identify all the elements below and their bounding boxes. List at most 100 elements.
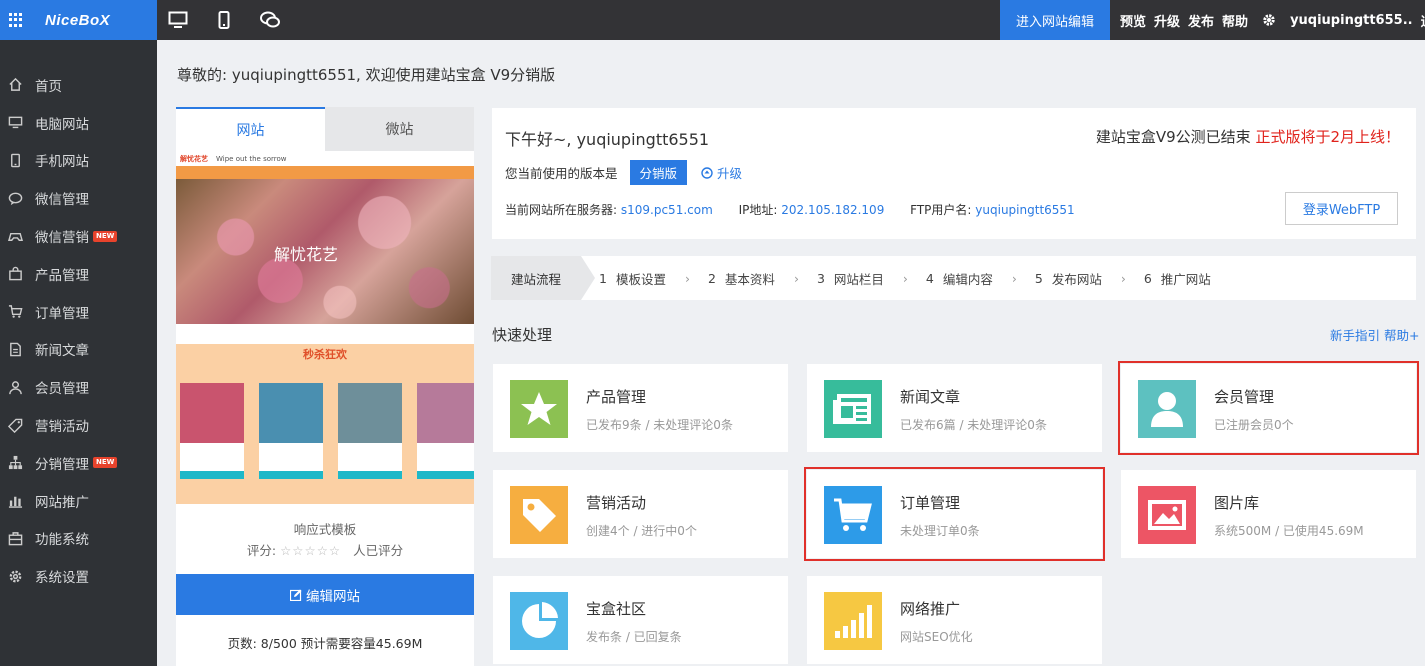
toolbox-icon xyxy=(8,532,23,546)
card-promotion[interactable]: 网络推广 网站SEO优化 xyxy=(807,576,1102,664)
account-info-panel: 下午好~, yuqiupingtt6551 建站宝盒V9公测已结束 正式版将于2… xyxy=(492,108,1416,239)
card-community[interactable]: 宝盒社区 发布条 / 已回复条 xyxy=(493,576,788,664)
sidebar-item-settings[interactable]: 系统设置 xyxy=(0,557,157,595)
new-badge: NEW xyxy=(93,457,118,469)
logout-link[interactable]: 退出 xyxy=(1421,11,1425,30)
tag-icon xyxy=(510,486,568,544)
template-thumbnail[interactable]: 解忧花艺 Wipe out the sorrow 解忧花艺 秒杀狂欢 xyxy=(176,151,474,504)
card-members[interactable]: 会员管理 已注册会员0个 xyxy=(1118,361,1419,455)
thumb-product xyxy=(417,383,474,479)
help-link[interactable]: 帮助 xyxy=(1222,11,1248,30)
bag-icon xyxy=(9,267,22,281)
tab-microsite[interactable]: 微站 xyxy=(325,107,474,151)
upgrade-link[interactable]: 升级 xyxy=(701,163,742,182)
mobile-icon xyxy=(11,153,20,168)
device-switcher xyxy=(168,0,280,40)
desktop-icon[interactable] xyxy=(168,11,188,29)
gamepad-icon xyxy=(8,232,23,241)
version-badge: 分销版 xyxy=(629,160,688,185)
user-icon xyxy=(9,380,22,394)
mobile-icon[interactable] xyxy=(218,11,230,29)
help-links[interactable]: 新手指引 帮助+ xyxy=(1330,325,1419,344)
document-icon xyxy=(10,342,21,357)
sidebar-item-news[interactable]: 新闻文章 xyxy=(0,331,157,369)
sitemap-icon xyxy=(8,456,23,470)
step-template[interactable]: 1 模板设置 › xyxy=(599,269,690,288)
step-basic-info[interactable]: 2 基本资料 › xyxy=(708,269,799,288)
sidebar-item-functions[interactable]: 功能系统 xyxy=(0,520,157,558)
publish-link[interactable]: 发布 xyxy=(1188,11,1214,30)
release-notice: 建站宝盒V9公测已结束 正式版将于2月上线！ xyxy=(1095,128,1400,146)
card-products[interactable]: 产品管理 已发布9条 / 未处理评论0条 xyxy=(493,364,788,452)
brand-area: NiceBoX xyxy=(0,0,157,40)
sidebar-item-home[interactable]: 首页 xyxy=(0,66,157,104)
rating-stars[interactable]: ☆☆☆☆☆ xyxy=(280,543,341,558)
site-preview-panel: 网站 微站 解忧花艺 Wipe out the sorrow 解忧花艺 秒杀狂欢… xyxy=(176,107,474,666)
edit-icon xyxy=(290,589,302,601)
bar-chart-icon xyxy=(8,496,23,508)
sidebar: 首页 电脑网站 手机网站 微信管理 微信营销 NEW 产品管理 订单管理 新闻文… xyxy=(0,40,157,666)
tab-website[interactable]: 网站 xyxy=(176,107,325,151)
top-actions: 预览 升级 发布 帮助 yuqiupingtt655.. 退出 xyxy=(1120,0,1425,40)
preview-tabs: 网站 微站 xyxy=(176,107,474,151)
card-image-library[interactable]: 图片库 系统500M / 已使用45.69M xyxy=(1121,470,1416,558)
page-count: 页数: 8/500 预计需要容量45.69M xyxy=(227,636,423,651)
thumb-sale-title: 秒杀狂欢 xyxy=(303,348,347,361)
top-bar: NiceBoX 进入网站编辑 预览 升级 发布 帮助 yuqiupingtt65… xyxy=(0,0,1425,40)
sidebar-item-marketing[interactable]: 营销活动 xyxy=(0,406,157,444)
step-edit-content[interactable]: 4 编辑内容 › xyxy=(926,269,1017,288)
cart-icon xyxy=(824,486,882,544)
upgrade-icon xyxy=(701,166,713,179)
template-rating: 评分: ☆☆☆☆☆ 人已评分 xyxy=(246,543,404,558)
gear-icon xyxy=(9,570,22,583)
sidebar-item-products[interactable]: 产品管理 xyxy=(0,255,157,293)
server-address[interactable]: s109.pc51.com xyxy=(621,203,713,217)
logo[interactable]: NiceBoX xyxy=(45,12,110,29)
thumb-product xyxy=(338,383,402,479)
sidebar-item-pc-site[interactable]: 电脑网站 xyxy=(0,104,157,142)
username[interactable]: yuqiupingtt655.. xyxy=(1290,13,1413,28)
card-marketing[interactable]: 营销活动 创建4个 / 进行中0个 xyxy=(493,470,788,558)
preview-link[interactable]: 预览 xyxy=(1120,11,1146,30)
sidebar-item-wechat[interactable]: 微信管理 xyxy=(0,179,157,217)
thumb-header: 解忧花艺 Wipe out the sorrow xyxy=(176,151,474,166)
sidebar-item-members[interactable]: 会员管理 xyxy=(0,368,157,406)
pie-icon xyxy=(510,592,568,650)
quick-actions-title: 快速处理 xyxy=(492,326,553,344)
ftp-username: yuqiupingtt6551 xyxy=(975,203,1075,217)
news-icon xyxy=(824,380,882,438)
sidebar-item-mobile-site[interactable]: 手机网站 xyxy=(0,142,157,180)
thumb-nav xyxy=(176,166,474,179)
edit-site-button[interactable]: 编辑网站 xyxy=(176,574,474,615)
template-name: 响应式模板 xyxy=(293,522,357,537)
step-publish[interactable]: 5 发布网站 › xyxy=(1035,269,1126,288)
image-icon xyxy=(1138,486,1196,544)
tag-icon xyxy=(8,418,23,433)
sidebar-item-distribution[interactable]: 分销管理 NEW xyxy=(0,444,157,482)
wechat-icon[interactable] xyxy=(260,11,280,29)
bars-icon xyxy=(824,592,882,650)
server-info: 当前网站所在服务器: s109.pc51.com IP地址: 202.105.1… xyxy=(505,203,1075,217)
thumb-banner-title: 解忧花艺 xyxy=(274,245,339,264)
upgrade-link[interactable]: 升级 xyxy=(1154,11,1180,30)
sidebar-item-orders[interactable]: 订单管理 xyxy=(0,293,157,331)
apps-grid-icon[interactable] xyxy=(9,13,23,27)
sidebar-item-promotion[interactable]: 网站推广 xyxy=(0,482,157,520)
desktop-icon xyxy=(8,116,23,129)
greeting: 下午好~, yuqiupingtt6551 xyxy=(505,130,710,149)
card-orders[interactable]: 订单管理 未处理订单0条 xyxy=(804,467,1105,561)
thumb-product xyxy=(180,383,244,479)
thumb-banner: 解忧花艺 xyxy=(176,179,474,324)
step-columns[interactable]: 3 网站栏目 › xyxy=(817,269,908,288)
webftp-login-button[interactable]: 登录WebFTP xyxy=(1285,192,1398,225)
sidebar-item-wechat-marketing[interactable]: 微信营销 NEW xyxy=(0,217,157,255)
thumb-slogan: Wipe out the sorrow xyxy=(216,154,287,163)
thumb-products xyxy=(180,383,474,479)
steps-label: 建站流程 xyxy=(491,256,595,300)
enter-editor-button[interactable]: 进入网站编辑 xyxy=(1000,0,1110,40)
new-badge: NEW xyxy=(93,230,118,242)
card-news[interactable]: 新闻文章 已发布6篇 / 未处理评论0条 xyxy=(807,364,1102,452)
step-promote[interactable]: 6 推广网站 xyxy=(1144,269,1211,288)
gear-icon[interactable] xyxy=(1262,13,1276,27)
thumb-logo: 解忧花艺 xyxy=(180,154,208,163)
